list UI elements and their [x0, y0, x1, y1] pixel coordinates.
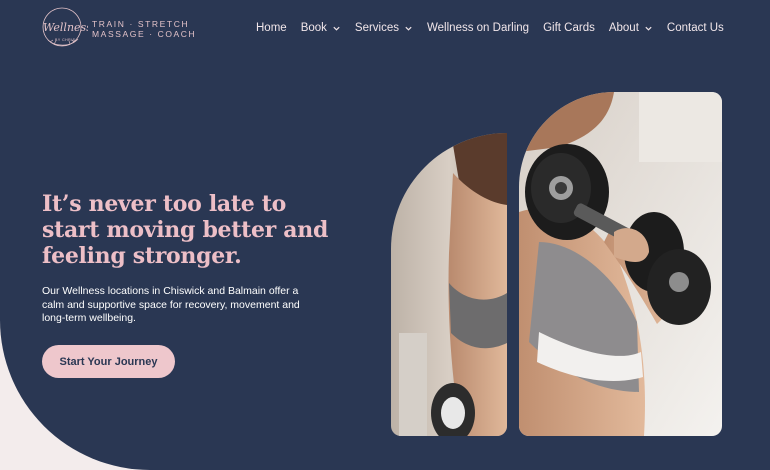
chevron-down-icon [333, 26, 340, 31]
nav-item-label: Book [300, 22, 327, 34]
chevron-down-icon [405, 26, 412, 31]
nav-item-label: Contact Us [666, 22, 724, 34]
logo-emblem-icon: Wellness BY CHRIS [42, 7, 88, 47]
nav-item-label: Wellness on Darling [427, 22, 530, 34]
svg-text:BY CHRIS: BY CHRIS [55, 38, 76, 42]
woman-training-image [391, 133, 507, 436]
svg-text:Wellness: Wellness [43, 21, 88, 34]
hero-headline: It’s never too late to start moving bett… [42, 191, 329, 269]
nav-item-wellness-on-darling[interactable]: Wellness on Darling [427, 19, 529, 37]
logo-tagline-line2: MASSAGE · COACH [92, 29, 197, 39]
chevron-down-icon [645, 26, 652, 31]
main-nav: Home Book Services Wellness on Darling Gift … [256, 19, 738, 37]
hero-photo-right [519, 92, 722, 436]
logo-tagline: TRAIN · STRETCH MASSAGE · COACH [92, 19, 196, 39]
start-journey-button[interactable]: Start Your Journey [42, 345, 175, 378]
hero-intro: Our Wellness locations in Chiswick and B… [42, 285, 300, 324]
nav-item-label: Home [256, 22, 287, 34]
nav-item-home[interactable]: Home [256, 19, 287, 37]
hero-photo-left [391, 133, 507, 436]
logo-tagline-line1: TRAIN · STRETCH [92, 19, 190, 29]
nav-item-services[interactable]: Services [355, 19, 413, 37]
site-logo[interactable]: Wellness BY CHRIS TRAIN · STRETCH MASSAG… [40, 6, 200, 52]
nav-item-label: Gift Cards [543, 22, 595, 34]
nav-item-about[interactable]: About [609, 19, 653, 37]
nav-item-book[interactable]: Book [301, 19, 341, 37]
nav-item-contact-us[interactable]: Contact Us [667, 19, 724, 37]
nav-item-label: Services [354, 22, 400, 34]
hero-section: Wellness BY CHRIS TRAIN · STRETCH MASSAG… [0, 0, 770, 470]
dumbbell-lift-image [519, 92, 722, 436]
nav-item-gift-cards[interactable]: Gift Cards [543, 19, 595, 37]
nav-item-label: About [608, 22, 639, 34]
